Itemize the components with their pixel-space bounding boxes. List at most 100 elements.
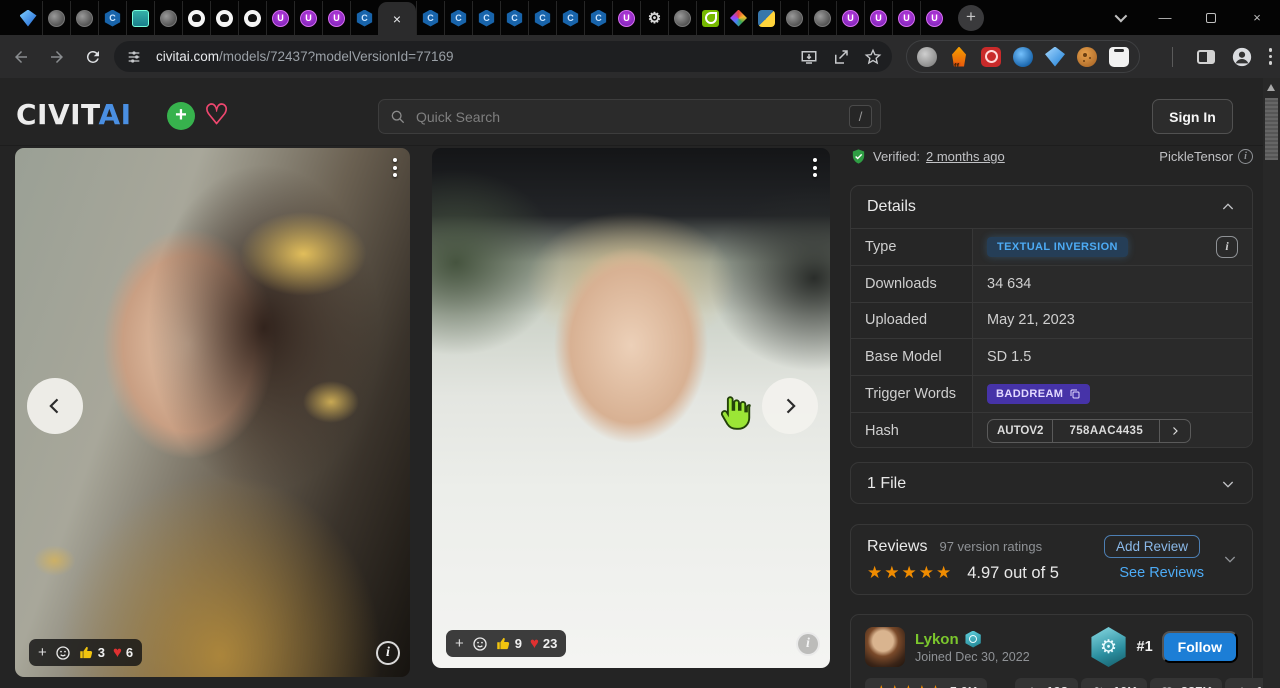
add-reaction-plus-icon[interactable]: + (455, 635, 464, 652)
pinned-tab-civitai[interactable] (556, 1, 584, 35)
pinned-tab-globe[interactable] (42, 1, 70, 35)
search-input[interactable]: Quick Search / (378, 99, 881, 134)
create-button[interactable]: + (167, 102, 195, 130)
site-info-icon[interactable] (126, 49, 142, 65)
pinned-tab-nvidia[interactable] (696, 1, 724, 35)
smiley-icon[interactable] (472, 636, 488, 652)
pinned-tab-unity[interactable] (294, 1, 322, 35)
copy-icon[interactable] (1069, 388, 1081, 400)
creator-stat-uploads[interactable]: 198 (1015, 678, 1078, 688)
side-panel-icon[interactable] (1197, 50, 1215, 64)
type-badge[interactable]: TEXTUAL INVERSION (987, 237, 1128, 257)
pinned-tab-unity[interactable] (612, 1, 640, 35)
extension-record-red-icon[interactable] (981, 47, 1001, 67)
extension-jar-icon[interactable] (1109, 47, 1129, 67)
format-info-icon[interactable]: i (1238, 149, 1253, 164)
pinned-tab-unity[interactable] (266, 1, 294, 35)
extension-gem-blue-icon[interactable] (1045, 47, 1065, 67)
extension-globe-gray-icon[interactable] (917, 47, 937, 67)
bookmark-star-icon[interactable] (864, 48, 882, 66)
hash-value[interactable]: 758AAC4435 (1052, 420, 1160, 442)
like-reaction[interactable]: 9 (496, 636, 522, 651)
page-scrollbar[interactable] (1263, 78, 1280, 688)
chevron-down-icon[interactable] (1222, 551, 1238, 567)
pinned-tab-unity[interactable] (920, 1, 948, 35)
close-window-button[interactable]: × (1234, 0, 1280, 35)
civitai-logo[interactable]: CIVITAI (16, 98, 132, 131)
creator-rating-chip[interactable]: ★★★★★ 5.0K (865, 678, 987, 688)
back-button[interactable] (6, 42, 36, 72)
pinned-tab-unity[interactable] (836, 1, 864, 35)
image-menu-icon[interactable] (813, 158, 817, 177)
profile-avatar-icon[interactable] (1231, 46, 1253, 68)
forward-button[interactable] (42, 42, 72, 72)
creator-avatar[interactable] (865, 627, 905, 667)
add-review-button[interactable]: Add Review (1104, 535, 1200, 558)
image-info-icon[interactable]: i (376, 641, 400, 665)
pinned-tab-civitai[interactable] (584, 1, 612, 35)
carousel-prev-button[interactable] (27, 378, 83, 434)
trigger-word-badge[interactable]: BADDREAM (987, 384, 1090, 404)
pinned-tab-civitai[interactable] (350, 1, 378, 35)
follow-button[interactable]: Follow (1162, 631, 1238, 663)
address-bar[interactable]: civitai.com/models/72437?modelVersionId=… (114, 41, 892, 72)
pinned-tab-github[interactable] (238, 1, 266, 35)
minimize-button[interactable]: — (1142, 0, 1188, 35)
heart-reaction[interactable]: ♥ 6 (113, 644, 133, 661)
carousel-next-button[interactable] (762, 378, 818, 434)
pinned-tab-globe[interactable] (154, 1, 182, 35)
sign-in-button[interactable]: Sign In (1152, 99, 1233, 134)
add-reaction-plus-icon[interactable]: + (38, 644, 47, 661)
pinned-tab-civitai[interactable] (98, 1, 126, 35)
install-icon[interactable] (800, 48, 818, 66)
creator-stat-likes[interactable]: 237K (1150, 678, 1222, 688)
extension-flame-icon[interactable]: off (949, 47, 969, 67)
pinned-tab-prism[interactable] (724, 1, 752, 35)
smiley-icon[interactable] (55, 645, 71, 661)
verified-time-link[interactable]: 2 months ago (926, 149, 1005, 164)
image-menu-icon[interactable] (393, 158, 397, 177)
pinned-tab-civitai[interactable] (472, 1, 500, 35)
hash-control[interactable]: AUTOV2 758AAC4435 (987, 419, 1191, 443)
pinned-tab-unity[interactable] (864, 1, 892, 35)
pinned-tab-globe[interactable] (668, 1, 696, 35)
pinned-tab-globe[interactable] (808, 1, 836, 35)
pinned-tab-civitai[interactable] (444, 1, 472, 35)
image-info-icon[interactable]: i (796, 632, 820, 656)
pinned-tab-python[interactable] (752, 1, 780, 35)
see-reviews-link[interactable]: See Reviews (1119, 565, 1204, 581)
rank-hexagon-icon[interactable]: ⚙ (1090, 627, 1128, 667)
favorites-heart-icon[interactable]: ♡ (204, 98, 229, 131)
pinned-tab-docs[interactable] (126, 1, 154, 35)
pinned-tab-civitai[interactable] (500, 1, 528, 35)
restore-button[interactable] (1188, 0, 1234, 35)
scrollbar-thumb[interactable] (1265, 98, 1278, 160)
pinned-tab-unity[interactable] (322, 1, 350, 35)
pinned-tab-globe[interactable] (70, 1, 98, 35)
pinned-tab-gear[interactable] (640, 1, 668, 35)
creator-name-link[interactable]: Lykon (915, 631, 959, 648)
files-panel[interactable]: 1 File (850, 462, 1253, 504)
scrollbar-up-arrow[interactable] (1267, 84, 1275, 91)
pinned-tab-civitai[interactable] (416, 1, 444, 35)
heart-reaction[interactable]: ♥ 23 (530, 635, 557, 652)
share-icon[interactable] (832, 48, 850, 66)
browser-menu-icon[interactable] (1269, 48, 1273, 65)
pinned-tab-github[interactable] (182, 1, 210, 35)
details-header[interactable]: Details (851, 186, 1252, 228)
type-info-icon[interactable]: i (1216, 236, 1238, 258)
tab-search-chevron-icon[interactable] (1096, 0, 1142, 35)
reload-button[interactable] (78, 42, 108, 72)
pinned-tab-unity[interactable] (892, 1, 920, 35)
pinned-tab-github[interactable] (210, 1, 238, 35)
pinned-tab-gem[interactable] (14, 1, 42, 35)
pinned-tab-globe[interactable] (780, 1, 808, 35)
pinned-tab-civitai[interactable] (528, 1, 556, 35)
url-text[interactable]: civitai.com/models/72437?modelVersionId=… (156, 49, 454, 64)
like-reaction[interactable]: 3 (79, 645, 105, 660)
extension-planet-blue-icon[interactable] (1013, 47, 1033, 67)
new-tab-button[interactable]: + (958, 5, 984, 31)
extension-cookie-icon[interactable] (1077, 47, 1097, 67)
creator-stat-followers[interactable]: 10K (1081, 678, 1147, 688)
hash-expand-button[interactable] (1160, 420, 1190, 442)
